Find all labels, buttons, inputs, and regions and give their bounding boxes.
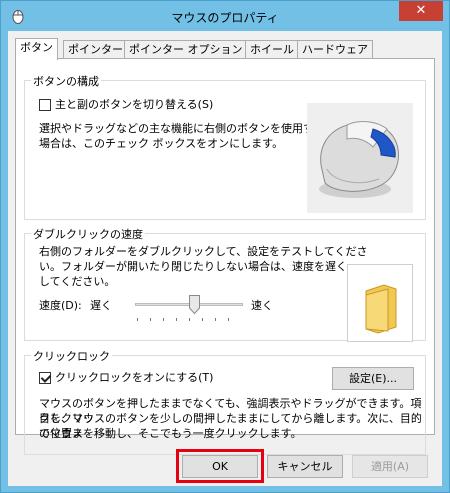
folder-icon[interactable] [348,265,414,343]
swap-buttons-checkbox[interactable] [39,99,51,111]
click-lock-description-3: でマウスを移動し、そこでもう一度クリックします。 [39,427,302,440]
ok-button[interactable]: OK [182,455,258,478]
tab-buttons[interactable]: ボタン [15,38,58,60]
dialog-client-area: ボタン ポインター ポインター オプション ホイール ハードウェア ボタンの構成… [8,31,442,486]
swap-buttons-label[interactable]: 主と副のボタンを切り替える(S) [55,97,213,112]
click-lock-legend: クリックロック [31,348,112,364]
speed-slider[interactable] [25,226,325,326]
click-lock-checkbox[interactable] [39,372,51,384]
title-bar[interactable]: マウスのプロパティ ✕ [1,1,449,31]
close-button[interactable]: ✕ [399,1,443,21]
tab-pointer-options[interactable]: ポインター オプション [124,40,248,59]
button-config-group: ボタンの構成 主と副のボタンを切り替える(S) 選択やドラッグなどの主な機能に右… [24,73,426,220]
click-lock-settings-button[interactable]: 設定(E)... [332,367,414,390]
apply-button[interactable]: 適用(A) [352,455,428,478]
buttons-tab-panel: ボタンの構成 主と副のボタンを切り替える(S) 選択やドラッグなどの主な機能に右… [15,58,435,455]
test-folder-area[interactable] [347,264,413,342]
mouse-device-icon [319,121,399,198]
mouse-properties-window: マウスのプロパティ ✕ ボタン ポインター ポインター オプション ホイール ハ… [0,0,450,493]
button-config-legend: ボタンの構成 [31,73,101,89]
tab-hardware[interactable]: ハードウェア [297,40,373,59]
mouse-illustration [307,103,413,213]
click-lock-label[interactable]: クリックロックをオンにする(T) [55,370,213,385]
click-lock-group: クリックロック クリックロックをオンにする(T) 設定(E)... マウスのボタ… [24,348,426,455]
window-title: マウスのプロパティ [171,11,279,25]
cancel-button[interactable]: キャンセル [267,455,343,478]
slider-ticks [137,318,241,321]
slider-thumb[interactable] [188,295,200,314]
button-config-description-2: 場合は、このチェック ボックスをオンにします。 [39,137,284,150]
tab-pointers[interactable]: ポインター [63,40,128,59]
double-click-group: ダブルクリックの速度 右側のフォルダーをダブルクリックして、設定をテストしてくだ… [24,226,426,342]
button-config-description-1: 選択やドラッグなどの主な機能に右側のボタンを使用する [39,122,325,135]
tab-wheel[interactable]: ホイール [245,40,299,59]
